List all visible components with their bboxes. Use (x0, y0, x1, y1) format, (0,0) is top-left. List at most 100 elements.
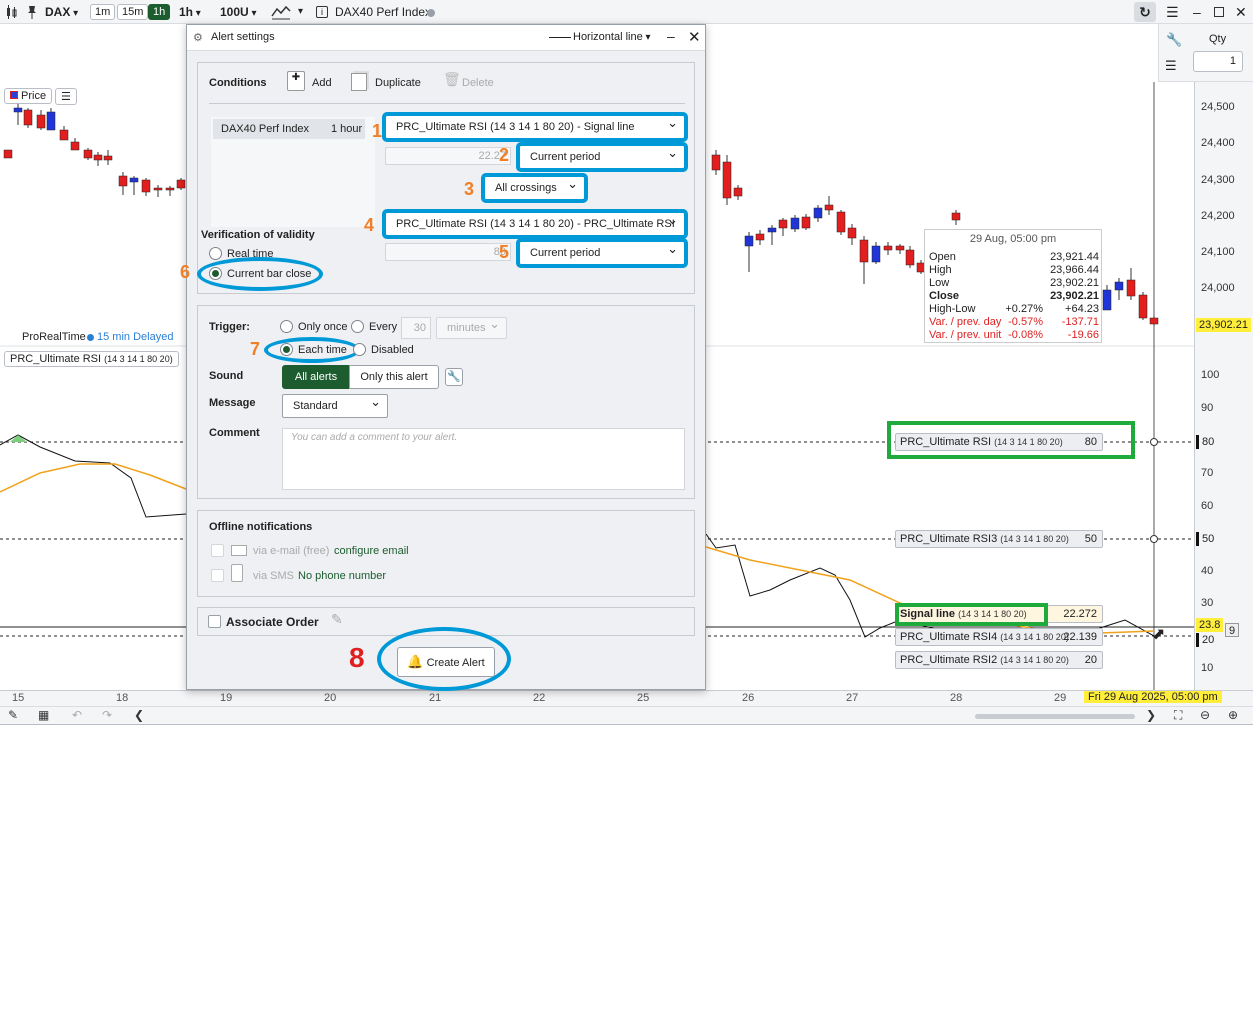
every-radio[interactable] (351, 320, 364, 333)
minimize-icon[interactable]: – (1193, 3, 1201, 21)
level-handle[interactable] (1150, 438, 1158, 446)
conditions-group: Conditions ✚ Add Duplicate 🗑 Delete DAX4… (180, 62, 695, 294)
close-window-icon[interactable]: ✕ (1235, 3, 1247, 21)
sms-checkbox[interactable] (211, 569, 224, 582)
every-label[interactable]: Every (369, 321, 397, 333)
duplicate-icon[interactable] (351, 73, 367, 91)
create-alert-button[interactable]: 🔔 Create Alert (397, 647, 495, 677)
period1-select[interactable]: Current period (516, 142, 688, 172)
edit-order-icon[interactable]: ✎ (331, 611, 343, 628)
line-type-select[interactable]: Horizontal line (573, 31, 651, 43)
timeframe-1h[interactable]: 1h (148, 4, 171, 20)
annotation-5: 5 (499, 242, 510, 262)
price-tick: 24,400 (1201, 137, 1235, 149)
condition1-select[interactable]: PRC_Ultimate RSI (14 3 14 1 80 20) - Sig… (382, 112, 688, 142)
duplicate-button[interactable]: Duplicate (375, 77, 421, 89)
comment-textarea[interactable]: You can add a comment to your alert. (282, 428, 685, 490)
delete-button[interactable]: Delete (462, 77, 494, 89)
candle-body (118, 175, 128, 187)
each-time-label[interactable]: Each time (298, 344, 347, 356)
candles-icon[interactable] (6, 5, 18, 19)
menu-icon[interactable]: ☰ (1166, 3, 1179, 21)
period2-select[interactable]: Current period (516, 238, 688, 268)
indicator-chip[interactable]: PRC_Ultimate RSI (14 3 14 1 80 20) (4, 351, 179, 367)
indicator-label-rsi4[interactable]: PRC_Ultimate RSI4 (14 3 14 1 80 20) 22.13… (895, 628, 1103, 646)
all-alerts-button[interactable]: All alerts (282, 365, 350, 389)
message-select[interactable]: Standard (282, 394, 388, 418)
indicator-name: PRC_Ultimate RSI3 (900, 533, 998, 545)
horizontal-scrollbar[interactable] (975, 714, 1135, 719)
tooltip-row: Var. / prev. day -0.57% -137.71 (929, 316, 1099, 329)
disabled-radio[interactable] (353, 343, 366, 356)
indicator-label-rsi3[interactable]: PRC_Ultimate RSI3 (14 3 14 1 80 20) 50 (895, 530, 1103, 548)
message-label: Message (209, 397, 256, 409)
bell-icon: 🔔 (407, 654, 424, 669)
info-icon[interactable]: i (316, 6, 328, 18)
associate-order-checkbox[interactable] (208, 615, 221, 628)
operator-select[interactable]: All crossings (481, 173, 588, 203)
candle-body (790, 217, 800, 230)
dialog-header[interactable]: ⚙ Alert settings Horizontal line – ✕ (187, 25, 705, 51)
instrument-title: DAX40 Perf Index (335, 5, 432, 19)
date-axis[interactable]: 15 18 19 20 21 22 25 26 27 28 29 Fri 29 … (0, 690, 1253, 706)
only-once-label[interactable]: Only once (298, 321, 348, 333)
price-chip[interactable]: Price (4, 88, 53, 104)
candle-body (176, 179, 186, 189)
layers-icon[interactable]: ▦ (38, 708, 49, 722)
price-axis[interactable]: 24,500 24,400 24,300 24,200 24,100 24,00… (1194, 82, 1253, 690)
period-select[interactable]: 1h (179, 3, 201, 21)
indicator-label-rsi2[interactable]: PRC_Ultimate RSI2 (14 3 14 1 80 20) 20 (895, 651, 1103, 669)
undo-icon[interactable]: ↶ (72, 708, 82, 722)
scroll-right-icon[interactable]: ❯ (1146, 708, 1156, 722)
candle-body (813, 207, 823, 219)
add-button[interactable]: Add (312, 77, 332, 89)
zoom-out-icon[interactable]: ⊖ (1200, 708, 1210, 722)
fit-screen-icon[interactable]: ⛶ (1174, 708, 1182, 723)
candle-body (744, 235, 754, 247)
delete-icon[interactable]: 🗑 (443, 71, 461, 88)
barclose-label[interactable]: Current bar close (227, 268, 311, 280)
timeframe-15m[interactable]: 15m (117, 4, 149, 20)
sync-icon[interactable]: ↻ (1134, 2, 1156, 22)
qty-input[interactable]: 1 (1193, 51, 1243, 72)
dialog-close-icon[interactable]: ✕ (688, 28, 701, 46)
only-this-alert-button[interactable]: Only this alert (349, 365, 439, 389)
condition2-select[interactable]: PRC_Ultimate RSI (14 3 14 1 80 20) - PRC… (382, 209, 688, 239)
top-toolbar: DAX 1m 15m 1h 1h 100U ▾ i DAX40 Perf Ind… (0, 0, 1253, 24)
no-phone-link[interactable]: No phone number (298, 570, 386, 582)
email-checkbox[interactable] (211, 544, 224, 557)
scroll-left-icon[interactable]: ❮ (134, 708, 144, 722)
maximize-icon[interactable] (1214, 7, 1224, 17)
chart-settings-icon[interactable]: ☰ (55, 88, 77, 105)
candle-body (951, 212, 961, 221)
barclose-radio[interactable] (209, 267, 222, 280)
add-icon[interactable]: ✚ (287, 71, 305, 91)
associate-order-label[interactable]: Associate Order (226, 615, 319, 629)
annotation-3: 3 (464, 179, 475, 199)
dialog-minimize-icon[interactable]: – (667, 28, 675, 44)
pin-icon[interactable] (27, 5, 37, 19)
draw-icon[interactable]: ✎ (8, 708, 18, 722)
chart-type-chevron-icon[interactable]: ▾ (298, 3, 303, 21)
chart-type-icon[interactable] (271, 4, 291, 20)
only-once-radio[interactable] (280, 320, 293, 333)
bottom-toolbar: ✎ ▦ ↶ ↷ ❮ ❯ ⛶ ⊖ ⊕ (0, 706, 1253, 725)
date-tick: 21 (429, 692, 442, 704)
timeframe-1m[interactable]: 1m (90, 4, 116, 20)
sound-settings-icon[interactable]: 🔧 (445, 368, 463, 386)
tooltip-value: 23,902.21 (1050, 290, 1099, 302)
instrument-item[interactable]: DAX40 Perf Index 1 hour (213, 119, 365, 139)
realtime-radio[interactable] (209, 247, 222, 260)
symbol-selector[interactable]: DAX (45, 3, 78, 21)
disabled-label[interactable]: Disabled (371, 344, 414, 356)
configure-email-link[interactable]: configure email (334, 545, 409, 557)
units-select[interactable]: 100U (220, 3, 257, 21)
candle-body (103, 155, 113, 161)
level-handle[interactable] (1150, 535, 1158, 543)
line-type-icon (549, 37, 571, 38)
redo-icon[interactable]: ↷ (102, 708, 112, 722)
indicator-value: 22.139 (1063, 631, 1097, 643)
tooltip-row: High-Low +0.27% +64.23 (929, 303, 1099, 316)
zoom-in-icon[interactable]: ⊕ (1228, 708, 1238, 722)
each-time-radio[interactable] (280, 343, 293, 356)
